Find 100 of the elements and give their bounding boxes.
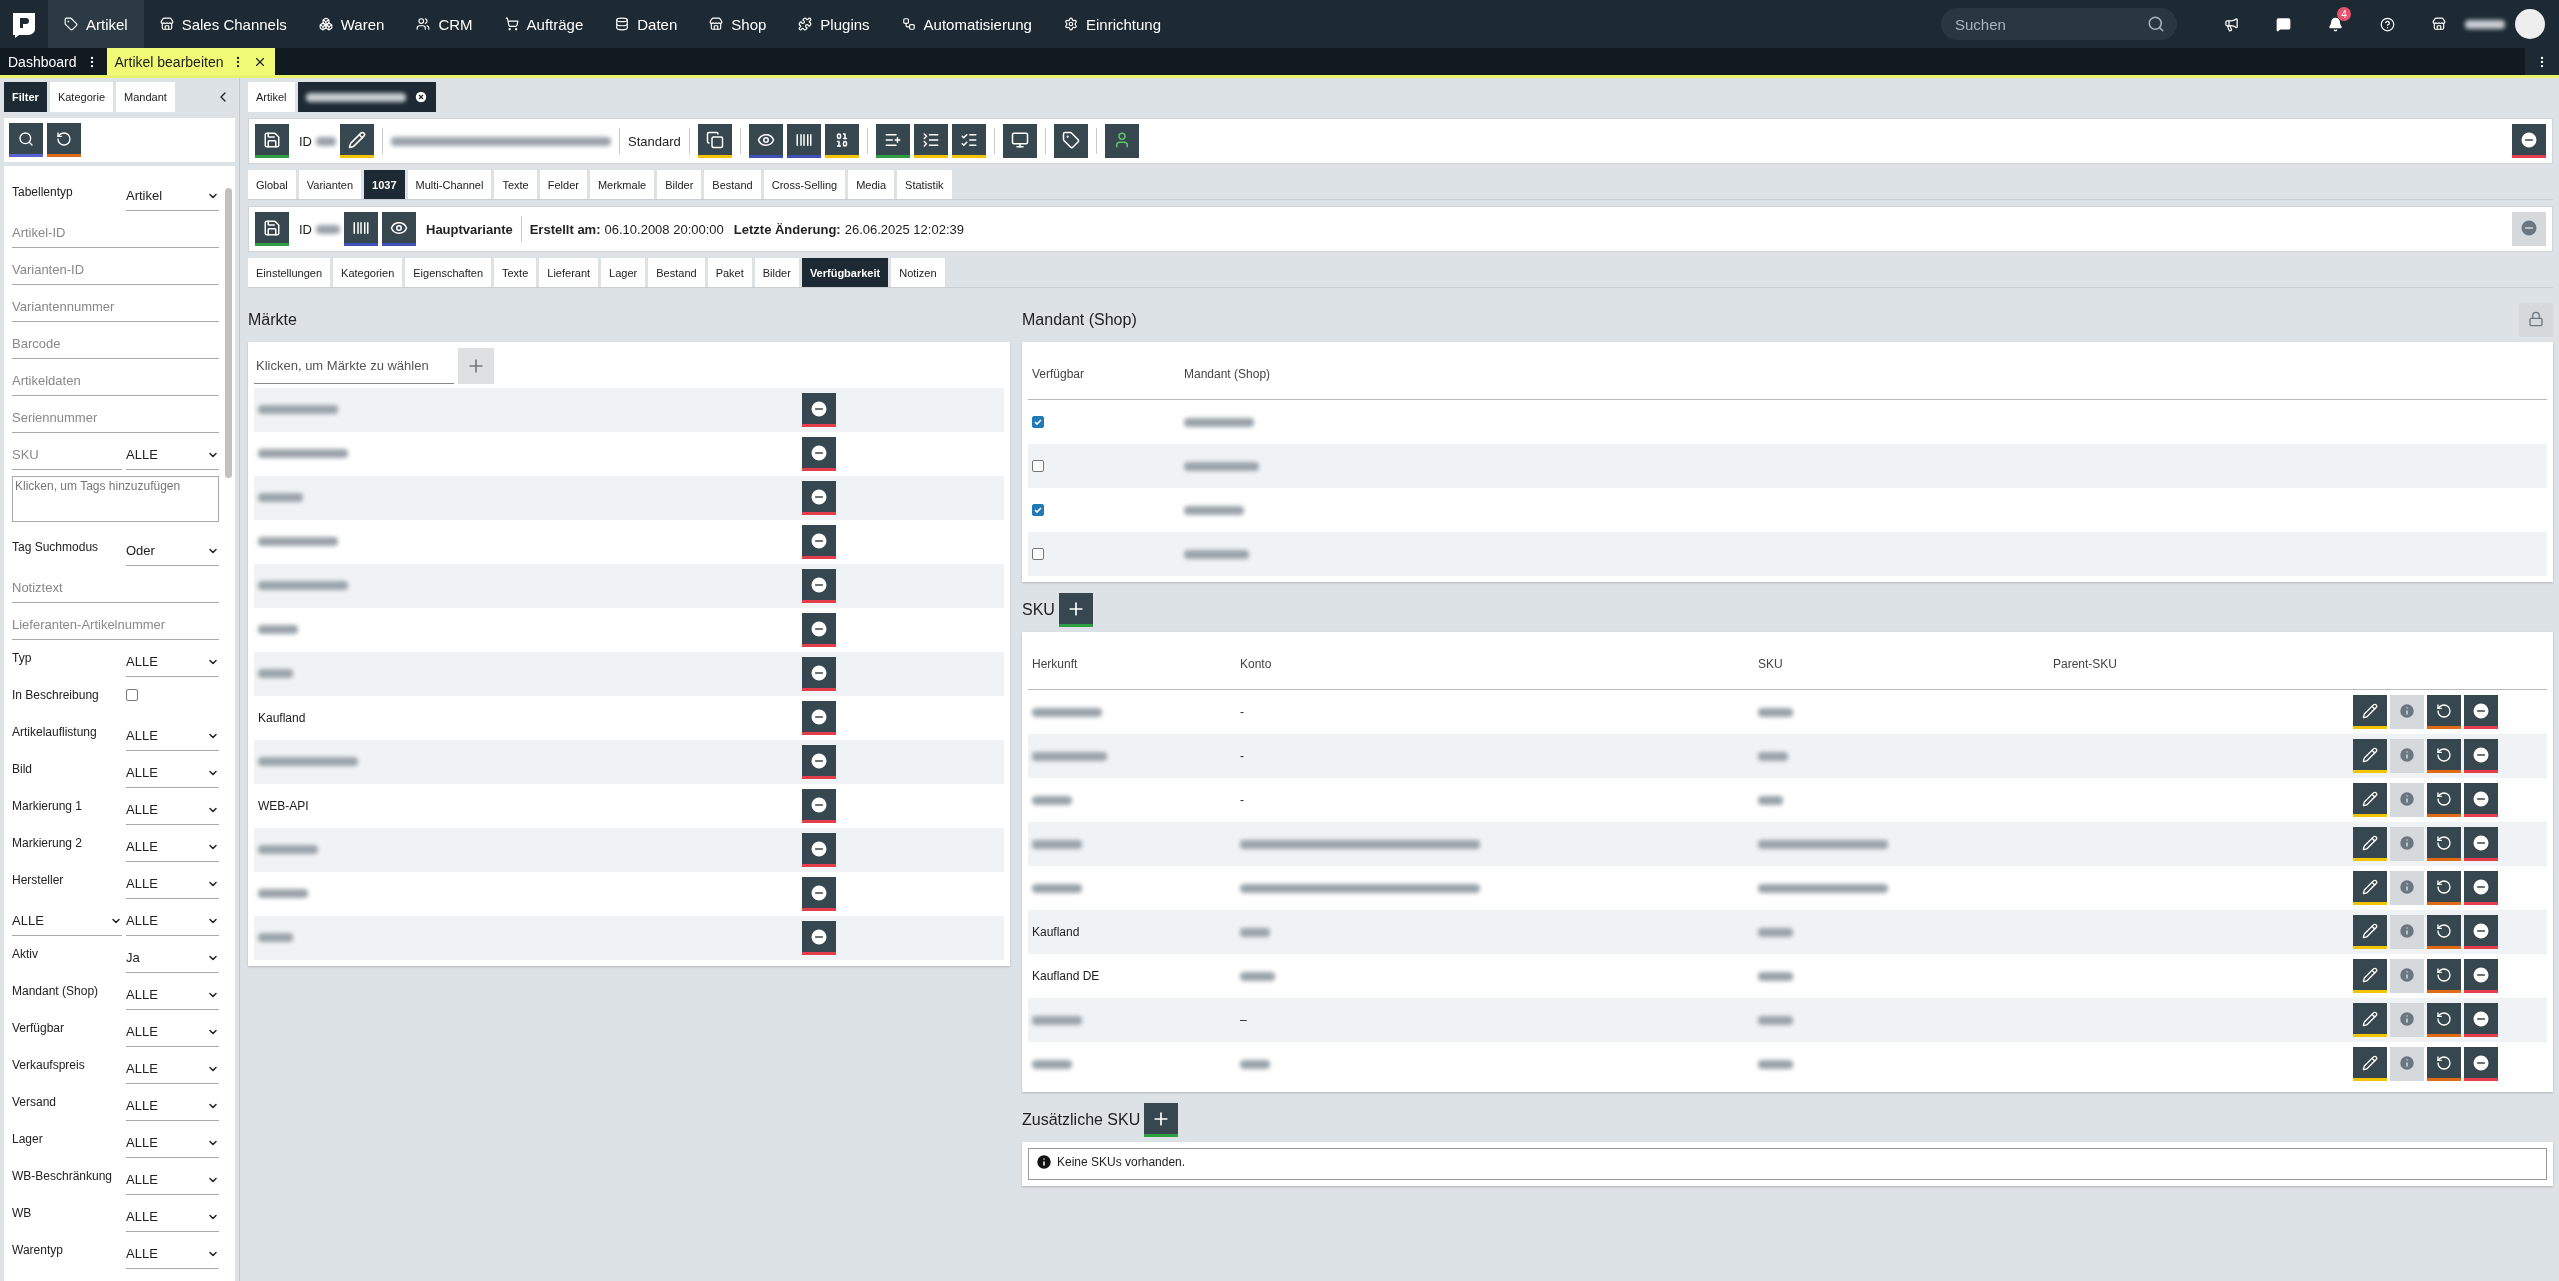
remove-button[interactable] — [2464, 695, 2498, 729]
remove-button[interactable] — [802, 613, 836, 647]
sidebar-tab[interactable]: Mandant — [116, 82, 175, 112]
remove-button[interactable] — [802, 393, 836, 427]
nav-item[interactable]: Plugins — [782, 0, 886, 48]
undo-button[interactable] — [2427, 695, 2461, 729]
remove-button[interactable] — [802, 437, 836, 471]
filter-select[interactable]: ALLE — [126, 440, 219, 470]
article-tab[interactable]: Texte — [494, 170, 537, 199]
article-tab[interactable]: Bestand — [704, 170, 761, 199]
list-eye-button[interactable] — [913, 124, 948, 158]
variant-tab[interactable]: Lieferant — [539, 258, 599, 287]
variant-tab[interactable]: Kategorien — [333, 258, 403, 287]
filter-select[interactable]: ALLE — [126, 1128, 219, 1158]
article-tab[interactable]: Varianten — [298, 170, 362, 199]
document-tab[interactable] — [297, 82, 436, 112]
article-tab[interactable]: Felder — [539, 170, 587, 199]
remove-button[interactable] — [802, 877, 836, 911]
view-tab[interactable]: Artikel bearbeiten — [106, 48, 276, 75]
undo-button[interactable] — [2427, 783, 2461, 817]
filter-select[interactable]: ALLE — [126, 832, 219, 862]
filter-select[interactable]: ALLE — [126, 980, 219, 1010]
article-tab[interactable]: Bilder — [657, 170, 702, 199]
filter-select[interactable]: ALLE — [126, 1239, 219, 1269]
undo-button[interactable] — [2427, 827, 2461, 861]
remove-button[interactable] — [802, 569, 836, 603]
view-tab[interactable]: Dashboard — [0, 48, 107, 75]
edit-button[interactable] — [340, 124, 374, 158]
remove-button[interactable] — [802, 789, 836, 823]
filter-select[interactable]: ALLE — [126, 647, 219, 677]
variant-tab[interactable]: Einstellungen — [248, 258, 331, 287]
nav-item[interactable]: Aufträge — [488, 0, 600, 48]
list-plus-button[interactable] — [875, 124, 910, 158]
filter-select[interactable]: ALLE — [126, 906, 219, 936]
variant-tab[interactable]: Lager — [601, 258, 646, 287]
barcode-button[interactable] — [344, 212, 378, 246]
filter-select[interactable]: ALLE — [126, 1054, 219, 1084]
checkbox[interactable] — [1032, 416, 1044, 428]
sidebar-tab[interactable]: Filter — [4, 82, 47, 112]
tags-field[interactable]: Klicken, um Tags hinzuzufügen — [12, 476, 219, 522]
article-tab[interactable]: Media — [848, 170, 895, 199]
monitor-button[interactable] — [1002, 124, 1037, 158]
search-button[interactable] — [9, 123, 43, 157]
filter-select[interactable]: Ja — [126, 943, 219, 973]
list-check-button[interactable] — [951, 124, 986, 158]
remove-button[interactable] — [2464, 739, 2498, 773]
filter-select[interactable]: ALLE — [126, 869, 219, 899]
checkbox[interactable] — [1032, 460, 1044, 472]
add-button[interactable] — [1058, 593, 1093, 627]
edit-button[interactable] — [2353, 783, 2387, 817]
nav-item[interactable]: Einrichtung — [1047, 0, 1177, 48]
copy-button[interactable] — [697, 124, 732, 158]
edit-button[interactable] — [2353, 827, 2387, 861]
variant-tab[interactable]: Verfügbarkeit — [801, 258, 889, 287]
filter-select[interactable]: ALLE — [126, 1091, 219, 1121]
nav-item[interactable]: CRM — [400, 0, 489, 48]
remove-button[interactable] — [2464, 783, 2498, 817]
label-button[interactable] — [1053, 124, 1088, 158]
undo-button[interactable] — [2427, 1003, 2461, 1037]
number-button[interactable] — [824, 124, 859, 158]
bell-icon[interactable] — [2327, 16, 2343, 32]
checkbox[interactable] — [1032, 548, 1044, 560]
filter-select[interactable]: ALLE — [12, 906, 122, 936]
undo-button[interactable] — [2427, 739, 2461, 773]
save-button[interactable] — [255, 124, 289, 158]
remove-button[interactable] — [802, 525, 836, 559]
barcode-button[interactable] — [786, 124, 821, 158]
search-field[interactable]: Suchen — [1941, 8, 2177, 40]
filter-select[interactable]: ALLE — [126, 721, 219, 751]
remove-button[interactable] — [2464, 959, 2498, 993]
filter-select[interactable]: ALLE — [126, 795, 219, 825]
remove-button[interactable] — [2464, 871, 2498, 905]
filter-select[interactable]: Artikel — [126, 181, 219, 211]
checkbox[interactable] — [1032, 504, 1044, 516]
person-button[interactable] — [1104, 124, 1139, 158]
filter-select[interactable]: ALLE — [126, 1017, 219, 1047]
undo-button[interactable] — [2427, 915, 2461, 949]
remove-button[interactable] — [802, 657, 836, 691]
nav-item[interactable]: Automatisierung — [885, 0, 1048, 48]
remove-button[interactable] — [802, 921, 836, 955]
save-button[interactable] — [255, 212, 289, 246]
article-tab[interactable]: Merkmale — [589, 170, 655, 199]
edit-button[interactable] — [2353, 1003, 2387, 1037]
remove-button[interactable] — [2464, 915, 2498, 949]
nav-item[interactable]: Daten — [599, 0, 694, 48]
remove-button[interactable] — [2464, 1047, 2498, 1081]
remove-button[interactable] — [2512, 124, 2546, 158]
document-tab[interactable]: Artikel — [248, 82, 295, 112]
article-tab[interactable]: Multi-Channel — [407, 170, 492, 199]
checkbox[interactable] — [126, 689, 138, 701]
variant-tab[interactable]: Bestand — [648, 258, 705, 287]
scrollbar[interactable] — [225, 188, 232, 478]
nav-item[interactable]: Waren — [302, 0, 401, 48]
variant-tab[interactable]: Paket — [707, 258, 752, 287]
remove-button[interactable] — [802, 833, 836, 867]
filter-select[interactable]: Oder — [126, 536, 219, 566]
undo-button[interactable] — [2427, 871, 2461, 905]
undo-button[interactable] — [2427, 959, 2461, 993]
sidebar-tab[interactable]: Kategorie — [49, 82, 113, 112]
edit-button[interactable] — [2353, 915, 2387, 949]
